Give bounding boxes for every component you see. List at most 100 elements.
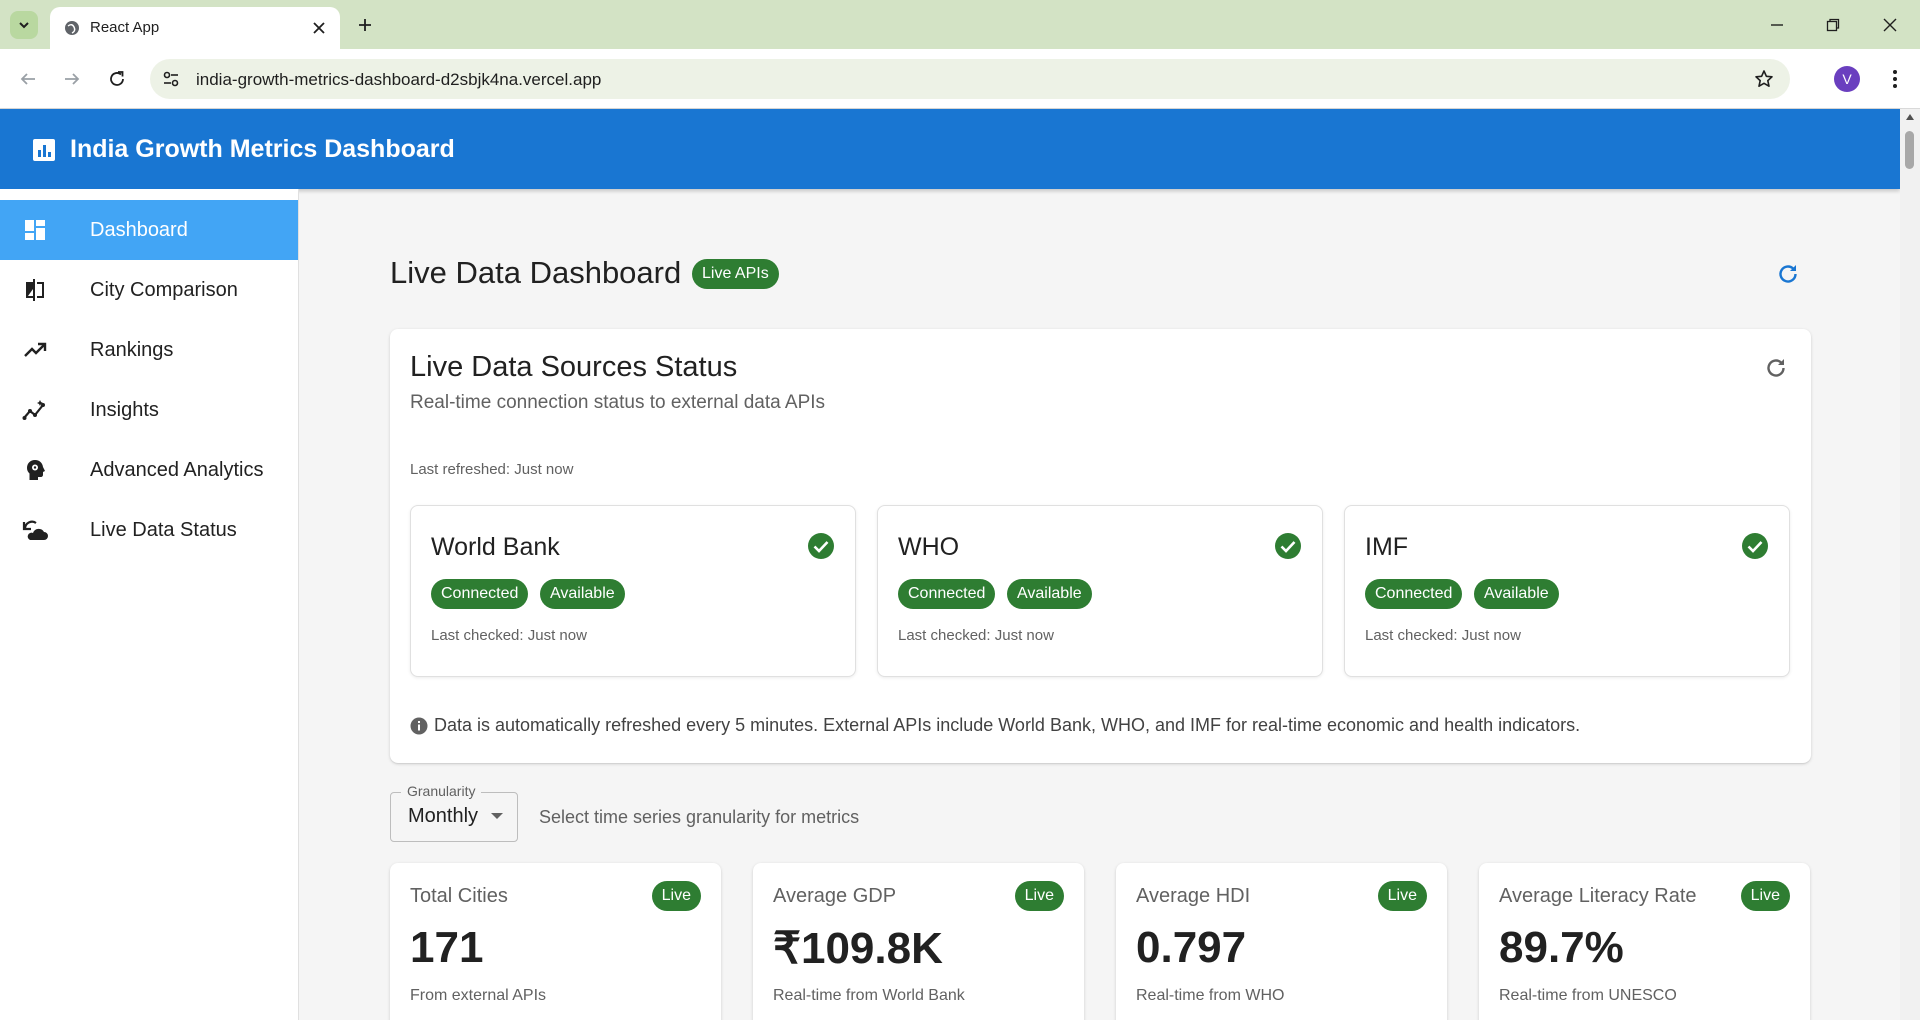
sidebar-item-label: City Comparison: [90, 278, 238, 301]
sidebar-item-advanced-analytics[interactable]: Advanced Analytics: [0, 440, 298, 500]
live-data-sources-card: Live Data Sources Status Real-time conne…: [390, 329, 1811, 763]
metric-source: Real-time from World Bank: [773, 987, 965, 1004]
site-settings-icon[interactable]: [162, 70, 180, 88]
last-refreshed-text: Last refreshed: Just now: [410, 461, 574, 478]
bookmark-star-icon[interactable]: [1754, 69, 1774, 89]
granularity-help-text: Select time series granularity for metri…: [539, 807, 860, 827]
sidebar-item-dashboard[interactable]: Dashboard: [0, 200, 298, 260]
sidebar-item-insights[interactable]: Insights: [0, 380, 298, 440]
psychology-icon: [21, 456, 49, 484]
source-card-who: WHO Connected Available Last checked: Ju…: [877, 505, 1323, 677]
check-circle-icon: [1742, 533, 1768, 559]
live-badge: Live: [1377, 881, 1427, 911]
info-icon: [410, 717, 428, 734]
refresh-icon: [1779, 265, 1797, 283]
back-button[interactable]: [12, 63, 44, 95]
metric-value: 0.797: [1136, 923, 1247, 972]
availability-badge: Available: [540, 579, 625, 609]
restore-button[interactable]: [1817, 10, 1849, 40]
dropdown-arrow-icon: [491, 813, 503, 819]
status-badge: Connected: [431, 579, 529, 609]
check-circle-icon: [1275, 533, 1301, 559]
granularity-value: Monthly: [408, 805, 479, 827]
live-badge: Live: [1014, 881, 1064, 911]
tab-search-button[interactable]: [10, 11, 38, 39]
chevron-down-icon: [19, 22, 29, 29]
metric-title: Total Cities: [410, 885, 508, 907]
granularity-label: Granularity: [401, 783, 482, 799]
metric-card-total-cities: Total Cities Live 171 From external APIs: [390, 863, 721, 1020]
reload-button[interactable]: [101, 63, 133, 95]
metric-source: Real-time from WHO: [1136, 987, 1285, 1004]
refresh-button[interactable]: [1773, 259, 1803, 289]
info-text: Data is automatically refreshed every 5 …: [434, 715, 1581, 735]
card-title: Live Data Sources Status: [410, 351, 738, 383]
app-header: India Growth Metrics Dashboard: [0, 109, 1900, 189]
close-window-button[interactable]: [1874, 10, 1906, 40]
scroll-thumb[interactable]: [1905, 131, 1914, 169]
scroll-up-arrow-icon[interactable]: [1905, 113, 1915, 121]
arrow-right-icon: [65, 73, 80, 85]
browser-menu-button[interactable]: [1882, 66, 1908, 92]
forward-button[interactable]: [56, 63, 88, 95]
plus-icon: [359, 19, 371, 31]
close-icon: [313, 22, 325, 34]
sidebar: Dashboard City Comparison Rankings Insig…: [0, 189, 299, 1020]
source-card-world-bank: World Bank Connected Available Last chec…: [410, 505, 856, 677]
refresh-info: Data is automatically refreshed every 5 …: [410, 715, 1580, 736]
availability-badge: Available: [1007, 579, 1092, 609]
browser-tab[interactable]: React App: [50, 7, 340, 49]
page-scrollbar[interactable]: [1900, 109, 1920, 1020]
status-badge: Connected: [1365, 579, 1463, 609]
main-content: Live Data Dashboard Live APIs Live Data …: [299, 189, 1900, 1020]
trending-up-icon: [21, 336, 49, 364]
live-badge: Live: [651, 881, 701, 911]
tab-title: React App: [90, 19, 160, 36]
page-title: Live Data Dashboard: [390, 255, 682, 290]
metric-value: 89.7%: [1499, 923, 1624, 972]
browser-toolbar: india-growth-metrics-dashboard-d2sbjk4na…: [0, 49, 1920, 109]
close-icon: [1883, 18, 1897, 32]
compare-icon: [21, 276, 49, 304]
url-text: india-growth-metrics-dashboard-d2sbjk4na…: [196, 70, 602, 89]
browser-tabstrip: React App: [0, 0, 1920, 49]
sidebar-item-city-comparison[interactable]: City Comparison: [0, 260, 298, 320]
sidebar-item-label: Live Data Status: [90, 518, 237, 541]
availability-badge: Available: [1474, 579, 1559, 609]
app-title: India Growth Metrics Dashboard: [70, 135, 455, 163]
metric-card-average-hdi: Average HDI Live 0.797 Real-time from WH…: [1116, 863, 1447, 1020]
source-name: WHO: [898, 533, 960, 561]
granularity-select[interactable]: Granularity Monthly: [390, 783, 518, 842]
dashboard-icon: [21, 216, 49, 244]
metric-source: From external APIs: [410, 987, 547, 1004]
minimize-button[interactable]: [1761, 10, 1793, 40]
last-checked-text: Last checked: Just now: [1365, 627, 1521, 644]
sidebar-item-label: Insights: [90, 398, 159, 421]
metric-card-average-literacy-rate: Average Literacy Rate Live 89.7% Real-ti…: [1479, 863, 1810, 1020]
metric-title: Average HDI: [1136, 885, 1251, 907]
live-apis-badge: Live APIs: [692, 259, 779, 289]
metric-card-average-gdp: Average GDP Live ₹109.8K Real-time from …: [753, 863, 1084, 1020]
restore-icon: [1826, 18, 1840, 32]
new-tab-button[interactable]: [352, 12, 378, 38]
card-subtitle: Real-time connection status to external …: [410, 392, 826, 413]
analytics-icon: [33, 139, 55, 161]
profile-avatar[interactable]: V: [1834, 66, 1860, 92]
minimize-icon: [1771, 24, 1783, 26]
cloud-sync-icon: [21, 516, 49, 544]
metric-value: 171: [410, 923, 484, 972]
sidebar-item-label: Advanced Analytics: [90, 458, 264, 481]
sidebar-item-live-data-status[interactable]: Live Data Status: [0, 500, 298, 560]
live-badge: Live: [1740, 881, 1790, 911]
refresh-status-button[interactable]: [1761, 353, 1791, 383]
reload-icon: [110, 71, 124, 86]
address-bar[interactable]: india-growth-metrics-dashboard-d2sbjk4na…: [150, 59, 1790, 99]
source-name: IMF: [1365, 533, 1409, 561]
check-circle-icon: [808, 533, 834, 559]
source-card-imf: IMF Connected Available Last checked: Ju…: [1344, 505, 1790, 677]
sidebar-item-rankings[interactable]: Rankings: [0, 320, 298, 380]
metric-value: ₹109.8K: [773, 924, 943, 973]
metric-title: Average GDP: [773, 885, 897, 907]
more-vert-icon: [1893, 70, 1897, 88]
tab-close-button[interactable]: [308, 17, 330, 39]
